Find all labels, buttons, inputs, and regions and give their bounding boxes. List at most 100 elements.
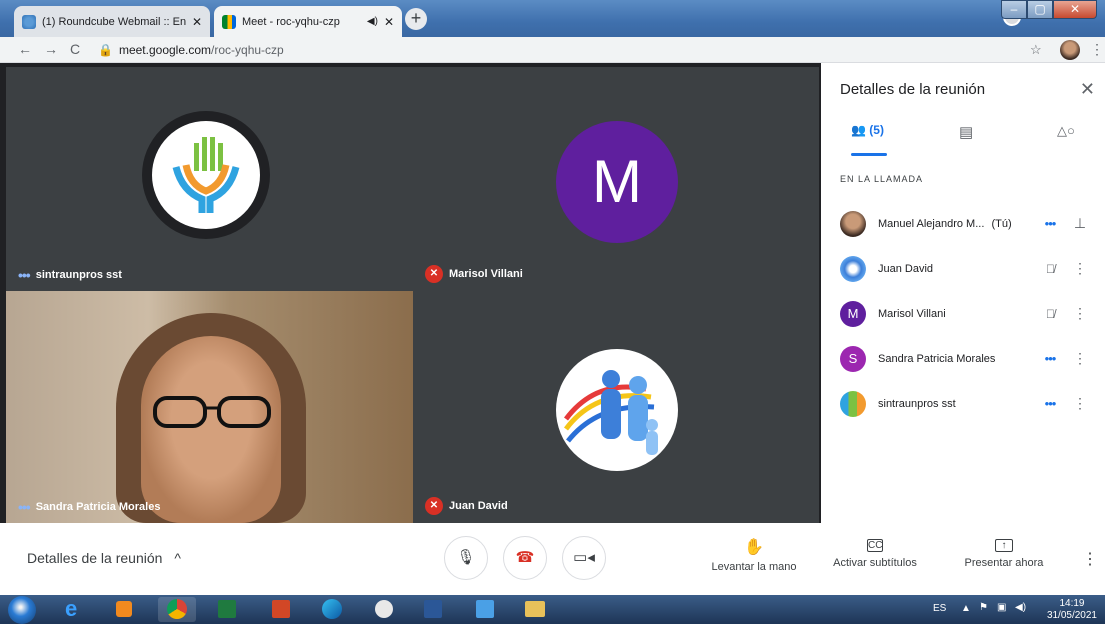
participant-name: Manuel Alejandro M... (Tú) xyxy=(878,217,1012,230)
captions-button[interactable]: CC Activar subtítulos xyxy=(826,537,924,569)
avatar-initial: M xyxy=(556,121,678,243)
tile-name-label: ••• Sandra Patricia Morales xyxy=(18,499,160,515)
tile-name-label: ✕ Juan David xyxy=(425,497,508,515)
close-window-button[interactable]: ✕ xyxy=(1053,0,1097,19)
chrome-icon[interactable] xyxy=(158,597,196,622)
mic-off-icon: ✕ xyxy=(425,265,443,283)
speaking-dots-icon: ••• xyxy=(1044,351,1057,366)
excel-icon[interactable] xyxy=(208,597,246,622)
more-options-icon[interactable]: ⋮ xyxy=(1065,260,1095,277)
pin-icon[interactable]: ⊥ xyxy=(1065,215,1095,232)
list-item[interactable]: S Sandra Patricia Morales ••• ⋮ xyxy=(840,336,1095,381)
more-options-icon[interactable]: ⋮ xyxy=(1065,350,1095,367)
tab-people[interactable]: 👥 (5) xyxy=(851,123,887,157)
present-now-button[interactable]: ↑ Presentar ahora xyxy=(960,537,1048,569)
present-label: Presentar ahora xyxy=(964,557,1044,569)
more-options-icon[interactable]: ⋮ xyxy=(1065,305,1095,322)
meet-favicon-icon xyxy=(222,14,236,29)
reload-icon[interactable]: C xyxy=(70,41,80,57)
participant-name: Juan David xyxy=(878,262,934,275)
word-icon[interactable] xyxy=(414,597,452,622)
close-tab-icon[interactable]: ✕ xyxy=(384,15,394,29)
avatar xyxy=(840,255,866,282)
participant-name: sintraunpros sst xyxy=(35,269,122,281)
edge-icon[interactable] xyxy=(313,597,351,622)
tile-name-label: ✕ Marisol Villani xyxy=(425,265,523,283)
participant-name: sintraunpros sst xyxy=(878,397,956,410)
meeting-details-button[interactable]: Detalles de la reunión ^ xyxy=(27,550,181,566)
chevron-up-icon: ^ xyxy=(174,550,181,566)
close-icon[interactable]: ✕ xyxy=(1080,79,1095,100)
list-item[interactable]: Juan David 🎙̸ ⋮ xyxy=(840,246,1095,291)
tab-meet[interactable]: Meet - roc-yqhu-czp ◀) ✕ xyxy=(214,6,402,37)
pdf-app-icon[interactable] xyxy=(365,597,403,622)
more-options-icon[interactable]: ⋮ xyxy=(1082,549,1098,569)
tab-roundcube[interactable]: (1) Roundcube Webmail :: Entrad ✕ xyxy=(14,6,210,37)
tab-activities[interactable]: △○ xyxy=(1057,123,1075,157)
back-icon[interactable]: ← xyxy=(18,41,32,57)
new-tab-button[interactable]: + xyxy=(405,8,427,30)
browser-menu-icon[interactable]: ⋮ xyxy=(1090,41,1104,58)
camera-button[interactable]: ▭◂ xyxy=(562,536,606,580)
window-controls: – ▢ ✕ xyxy=(1001,0,1097,19)
minimize-button[interactable]: – xyxy=(1001,0,1027,19)
participant-name: Juan David xyxy=(449,500,508,512)
media-player-icon[interactable] xyxy=(105,597,143,622)
meeting-controls: Detalles de la reunión ^ 🎙 ☎ ▭◂ ✋ Levant… xyxy=(0,523,1105,595)
chat-icon: ▤ xyxy=(959,124,974,141)
internet-explorer-icon[interactable]: e xyxy=(55,597,93,622)
captions-icon: CC xyxy=(867,539,883,552)
url-path: /roc-yqhu-czp xyxy=(211,43,284,57)
presentation-app-icon[interactable] xyxy=(262,597,300,622)
meeting-details-panel: Detalles de la reunión ✕ 👥 (5) ▤ △○ EN L… xyxy=(821,63,1105,523)
user-avatar[interactable] xyxy=(1060,40,1080,60)
activities-icon: △○ xyxy=(1057,123,1075,138)
participant-tile-juan[interactable]: ✕ Juan David xyxy=(413,291,819,523)
browser-tab-strip: (1) Roundcube Webmail :: Entrad ✕ Meet -… xyxy=(0,0,1105,37)
speaking-dots-icon: ••• xyxy=(18,499,31,515)
list-item[interactable]: Manuel Alejandro M... (Tú) ••• ⊥ xyxy=(840,201,1095,246)
network-icon[interactable]: ▣ xyxy=(997,602,1006,613)
speaking-dots-icon: ••• xyxy=(18,267,31,283)
participant-name: Marisol Villani xyxy=(878,307,946,320)
maximize-button[interactable]: ▢ xyxy=(1027,0,1053,19)
windows-taskbar: e ES ▲ ⚑ ▣ ◀) 14:19 31/05/2021 xyxy=(0,595,1105,624)
action-center-flag-icon[interactable]: ⚑ xyxy=(979,602,988,613)
forward-icon[interactable]: → xyxy=(44,41,58,57)
clock-date: 31/05/2021 xyxy=(1046,610,1097,621)
mic-off-icon: 🎙̸ xyxy=(1046,261,1055,276)
participant-tile-sandra[interactable]: ••• Sandra Patricia Morales xyxy=(6,291,413,523)
list-item[interactable]: M Marisol Villani 🎙̸ ⋮ xyxy=(840,291,1095,336)
file-explorer-icon[interactable] xyxy=(516,597,554,622)
microphone-button[interactable]: 🎙 xyxy=(444,536,488,580)
show-hidden-icons-icon[interactable]: ▲ xyxy=(961,603,971,614)
clock-time: 14:19 xyxy=(1059,598,1085,609)
more-options-icon[interactable]: ⋮ xyxy=(1065,395,1095,412)
end-call-button[interactable]: ☎ xyxy=(503,536,547,580)
tab-label: Meet - roc-yqhu-czp xyxy=(242,15,340,28)
family-logo-icon xyxy=(564,370,658,455)
address-bar[interactable]: 🔒 meet.google.com/roc-yqhu-czp xyxy=(98,40,1040,60)
participant-tile-marisol[interactable]: M ✕ Marisol Villani xyxy=(413,67,819,291)
tab-label: (1) Roundcube Webmail :: Entrad xyxy=(42,15,186,28)
panel-title: Detalles de la reunión xyxy=(840,81,986,98)
speaker-audio-icon[interactable]: ◀) xyxy=(367,16,378,27)
list-item[interactable]: sintraunpros sst ••• ⋮ xyxy=(840,381,1095,426)
captions-label: Activar subtítulos xyxy=(833,557,917,569)
roundcube-favicon-icon xyxy=(22,14,36,29)
close-tab-icon[interactable]: ✕ xyxy=(192,15,202,29)
clock[interactable]: 14:19 31/05/2021 xyxy=(1047,598,1097,622)
language-indicator[interactable]: ES xyxy=(933,603,946,614)
start-button[interactable] xyxy=(8,596,36,624)
tab-chat[interactable]: ▤ xyxy=(959,123,973,157)
bookmark-star-icon[interactable]: ☆ xyxy=(1030,42,1042,58)
generic-app-icon[interactable] xyxy=(466,597,504,622)
you-label: (Tú) xyxy=(991,217,1012,230)
participant-tile-sintraunpros[interactable]: ••• sintraunpros sst xyxy=(6,67,413,291)
raise-hand-label: Levantar la mano xyxy=(711,561,797,573)
volume-icon[interactable]: ◀) xyxy=(1015,602,1026,613)
avatar xyxy=(840,390,866,417)
system-tray: ES ▲ ⚑ ▣ ◀) 14:19 31/05/2021 xyxy=(925,595,1105,624)
hand-icon: ✋ xyxy=(744,539,764,556)
raise-hand-button[interactable]: ✋ Levantar la mano xyxy=(708,537,800,573)
